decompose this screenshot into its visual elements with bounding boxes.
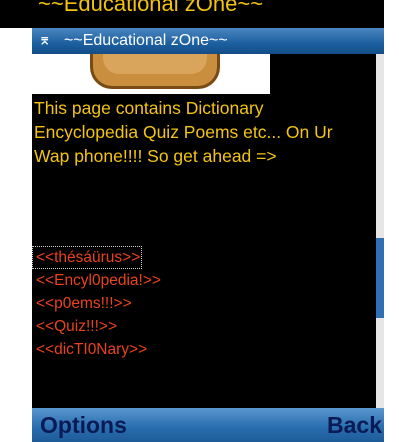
background-window-title: ~~Educational zOne~~: [0, 0, 384, 28]
softkey-bar: Options Back: [32, 408, 384, 442]
screen-edge: [384, 0, 399, 442]
link-dictionary[interactable]: <<dicTI0Nary>>: [32, 338, 376, 361]
link-poems[interactable]: <<p0ems!!!>>: [32, 292, 376, 315]
link-encyclopedia[interactable]: <<Encyl0pedia!>>: [32, 269, 376, 292]
page-content[interactable]: This page contains Dictionary Encycloped…: [32, 54, 376, 408]
background-window-title-text: ~~Educational zOne~~: [38, 0, 264, 16]
banner-graphic: [90, 54, 220, 89]
banner-image: [32, 54, 270, 94]
scrollbar[interactable]: [376, 54, 384, 408]
back-softkey[interactable]: Back: [327, 410, 382, 440]
link-thesaurus[interactable]: <<thésáürus>>: [32, 246, 143, 269]
window-title: ~~Educational zOne~~: [64, 32, 228, 49]
options-softkey[interactable]: Options: [40, 410, 127, 440]
title-bar: ⌆ ~~Educational zOne~~: [32, 28, 384, 54]
app-menu-icon: ⌆: [38, 32, 52, 49]
link-list: <<thésáürus>> <<Encyl0pedia!>> <<p0ems!!…: [32, 246, 376, 361]
link-quiz[interactable]: <<Quiz!!!>>: [32, 315, 376, 338]
scrollbar-thumb[interactable]: [376, 238, 384, 318]
intro-text: This page contains Dictionary Encycloped…: [34, 98, 333, 166]
